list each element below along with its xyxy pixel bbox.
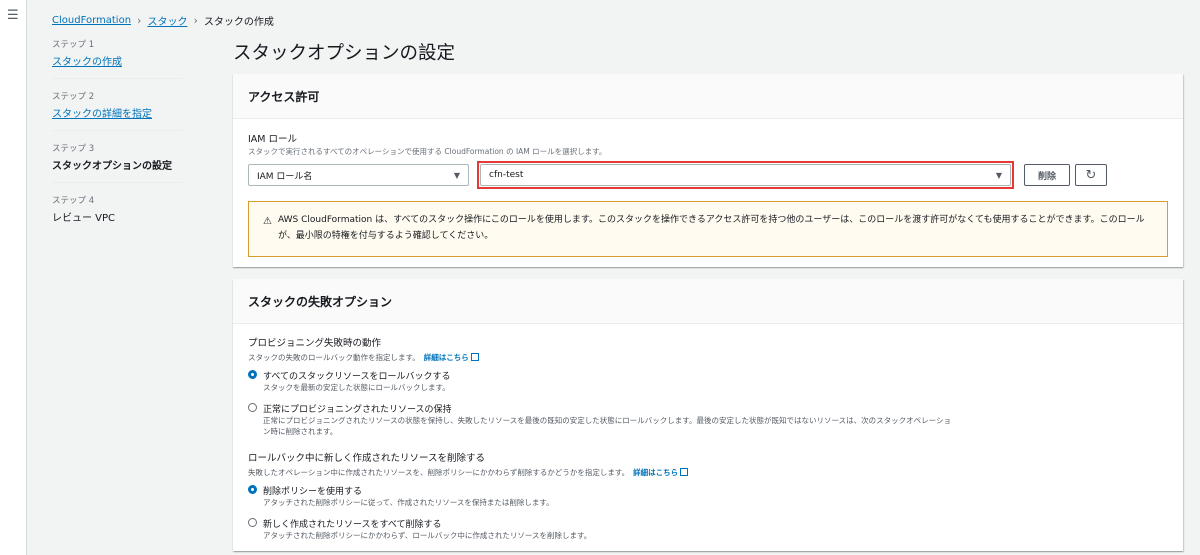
radio-selected-icon — [248, 370, 257, 379]
permissions-panel: アクセス許可 IAM ロール スタックで実行されるすべてのオペレーションで使用す… — [233, 74, 1183, 267]
learn-more-text: 詳細はこちら — [423, 353, 469, 362]
learn-more-link[interactable]: 詳細はこちら — [633, 467, 689, 477]
warning-alert: ⚠ AWS CloudFormation は、すべてのスタック操作にこのロールを… — [248, 201, 1168, 257]
breadcrumb-stacks[interactable]: スタック — [147, 13, 187, 28]
panel-body: IAM ロール スタックで実行されるすべてのオペレーションで使用する Cloud… — [233, 119, 1183, 269]
step-link-stack-details[interactable]: スタックの詳細を指定 — [52, 105, 182, 120]
role-type-select[interactable]: IAM ロール名 ▼ — [248, 164, 469, 186]
delete-role-button[interactable]: 削除 — [1024, 164, 1070, 186]
provisioning-failure-description: スタックの失敗のロールバック動作を指定します。 詳細はこちら — [248, 352, 1168, 363]
radio-label: 正常にプロビジョニングされたリソースの保持 — [263, 404, 452, 415]
breadcrumb: CloudFormation › スタック › スタックの作成 — [52, 13, 274, 28]
step-label-review: レビュー VPC — [52, 213, 116, 224]
external-link-icon — [680, 467, 689, 476]
radio-description: アタッチされた削除ポリシーにかかわらず、ロールバック中に作成されたリソースを削除… — [263, 530, 592, 540]
iam-role-label: IAM ロール — [248, 134, 298, 145]
caret-down-icon: ▼ — [995, 170, 1002, 180]
breadcrumb-cloudformation[interactable]: CloudFormation — [52, 15, 131, 26]
delete-new-resources-description: 失敗したオペレーション中に作成されたリソースを、削除ポリシーにかかわらず削除する… — [248, 467, 1168, 478]
radio-use-deletion-policy[interactable]: 削除ポリシーを使用する アタッチされた削除ポリシーに従って、作成されたリソースを… — [248, 484, 1168, 509]
step-number: ステップ 2 — [52, 92, 95, 102]
iam-role-row: IAM ロール名 ▼ cfn-test ▼ 削除 ↻ — [248, 161, 1168, 189]
role-name-select[interactable]: cfn-test ▼ — [480, 164, 1011, 186]
step-number: ステップ 4 — [52, 196, 95, 206]
refresh-icon: ↻ — [1085, 167, 1097, 183]
failure-options-panel: スタックの失敗オプション プロビジョニング失敗時の動作 スタックの失敗のロールバ… — [233, 279, 1183, 551]
step-current-label: スタックオプションの設定 — [52, 161, 172, 172]
breadcrumb-current: スタックの作成 — [203, 17, 274, 28]
delete-new-resources-text: 失敗したオペレーション中に作成されたリソースを、削除ポリシーにかかわらず削除する… — [248, 467, 630, 477]
wizard-step-3: ステップ 3 スタックオプションの設定 — [52, 142, 182, 183]
warning-icon: ⚠ — [263, 216, 272, 227]
external-link-icon — [470, 353, 479, 361]
radio-selected-icon — [248, 484, 257, 494]
wizard-steps: ステップ 1 スタックの作成 ステップ 2 スタックの詳細を指定 ステップ 3 … — [52, 38, 182, 245]
caret-down-icon: ▼ — [453, 170, 460, 180]
chevron-right-icon: › — [137, 14, 142, 27]
radio-delete-all-new[interactable]: 新しく作成されたリソースをすべて削除する アタッチされた削除ポリシーにかかわらず… — [248, 517, 1168, 542]
side-navigation-rail: ☰ — [0, 0, 27, 555]
iam-role-description: スタックで実行されるすべてのオペレーションで使用する CloudFormatio… — [248, 147, 607, 156]
radio-description: 正常にプロビジョニングされたリソースの状態を保持し、失敗したリソースを最後の既知… — [263, 415, 951, 436]
radio-rollback-all[interactable]: すべてのスタックリソースをロールバックする スタックを最新の安定した状態にロール… — [248, 369, 1168, 394]
radio-description: アタッチされた削除ポリシーに従って、作成されたリソースを保持または削除します。 — [263, 497, 554, 507]
provisioning-failure-text: スタックの失敗のロールバック動作を指定します。 — [248, 353, 420, 362]
learn-more-text: 詳細はこちら — [633, 467, 679, 477]
panel-header: アクセス許可 — [233, 74, 1183, 119]
radio-label: 新しく作成されたリソースをすべて削除する — [263, 519, 442, 530]
warning-text: AWS CloudFormation は、すべてのスタック操作にこのロールを使用… — [277, 215, 1145, 241]
radio-label: 削除ポリシーを使用する — [263, 486, 363, 497]
role-name-value: cfn-test — [489, 170, 524, 180]
menu-icon[interactable]: ☰ — [7, 9, 19, 22]
page-title: スタックオプションの設定 — [233, 43, 456, 64]
chevron-right-icon: › — [193, 14, 198, 27]
step-link-create-stack[interactable]: スタックの作成 — [52, 53, 182, 68]
radio-unselected-icon — [248, 402, 257, 412]
provisioning-failure-label: プロビジョニング失敗時の動作 — [248, 338, 382, 349]
radio-preserve-resources[interactable]: 正常にプロビジョニングされたリソースの保持 正常にプロビジョニングされたリソース… — [248, 402, 1168, 438]
role-type-value: IAM ロール名 — [257, 171, 313, 182]
step-number: ステップ 1 — [52, 40, 95, 50]
refresh-button[interactable]: ↻ — [1075, 164, 1107, 186]
wizard-step-4: ステップ 4 レビュー VPC — [52, 194, 182, 234]
wizard-step-1: ステップ 1 スタックの作成 — [52, 38, 182, 79]
wizard-step-2: ステップ 2 スタックの詳細を指定 — [52, 90, 182, 131]
delete-new-resources-label: ロールバック中に新しく作成されたリソースを削除する — [248, 452, 486, 464]
radio-label: すべてのスタックリソースをロールバックする — [263, 372, 451, 382]
panel-body: プロビジョニング失敗時の動作 スタックの失敗のロールバック動作を指定します。 詳細… — [233, 324, 1183, 553]
panel-header: スタックの失敗オプション — [233, 279, 1183, 324]
radio-description: スタックを最新の安定した状態にロールバックします。 — [263, 383, 450, 392]
radio-unselected-icon — [248, 517, 257, 527]
learn-more-link[interactable]: 詳細はこちら — [424, 353, 479, 362]
step-number: ステップ 3 — [52, 144, 95, 154]
highlight-frame: cfn-test ▼ — [477, 161, 1014, 189]
